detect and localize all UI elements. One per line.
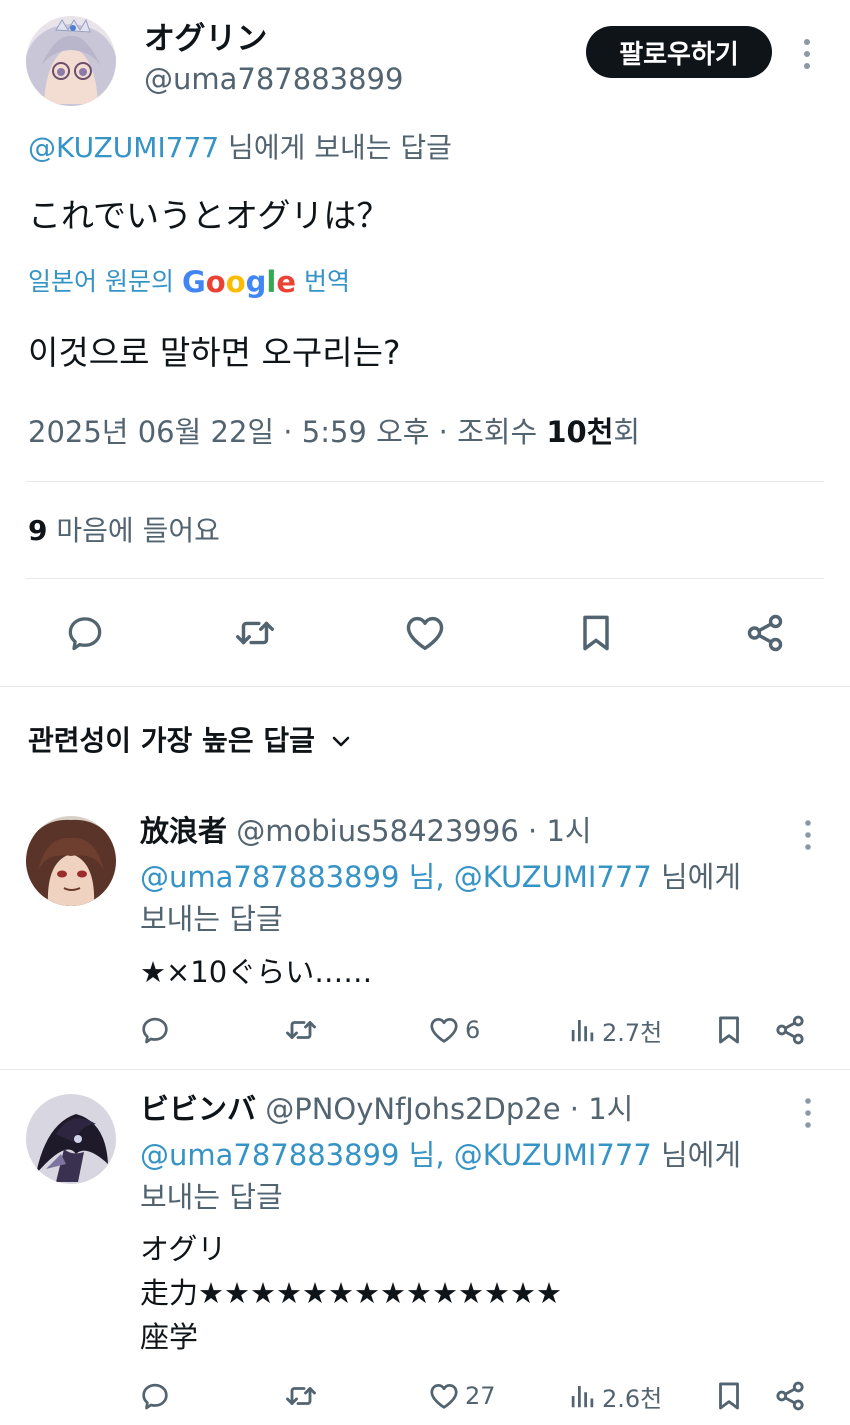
translated-text: 이것으로 말하면 오구리는? bbox=[28, 333, 401, 372]
reply-suffix: 님에게 bbox=[651, 1138, 742, 1172]
reply-author-name[interactable]: ビビンバ bbox=[140, 1092, 256, 1126]
bookmark-icon[interactable] bbox=[712, 1012, 746, 1048]
tweet-text: これでいうとオグリは？ bbox=[28, 196, 390, 235]
like-icon bbox=[430, 1018, 458, 1043]
reply-text-line: オグリ bbox=[140, 1232, 227, 1266]
reply-author-handle[interactable]: @mobius58423996 bbox=[236, 814, 519, 848]
share-icon[interactable] bbox=[741, 609, 789, 657]
chevron-down-icon bbox=[329, 729, 353, 753]
reply-suffix-line2: 보내는 답글 bbox=[140, 902, 283, 936]
likes-label: 마음에 들어요 bbox=[47, 514, 220, 547]
tweet-meta: 2025년 06월 22일 · 5:59 오후 · 조회수 10천회 bbox=[28, 413, 640, 451]
retweet-icon[interactable] bbox=[231, 609, 279, 657]
divider bbox=[26, 578, 824, 579]
reply-text-line: ★×10ぐらい…… bbox=[140, 955, 373, 989]
replying-to: @KUZUMI777 님에게 보내는 답글 bbox=[28, 129, 452, 167]
views-count: 2.6천 bbox=[602, 1384, 663, 1413]
reply-icon[interactable] bbox=[61, 609, 109, 657]
section-divider bbox=[0, 686, 850, 687]
views-count: 2.7천 bbox=[602, 1018, 663, 1047]
more-options-icon[interactable] bbox=[798, 818, 818, 852]
reply-text: オグリ 走力★★★★★★★★★★★★★★ 座学 bbox=[140, 1227, 562, 1359]
reply-avatar[interactable] bbox=[26, 1094, 116, 1184]
more-options-icon[interactable] bbox=[798, 1096, 818, 1130]
like-icon[interactable] bbox=[401, 609, 449, 657]
reply-header: ビビンバ @PNOyNfJohs2Dp2e · 1시 bbox=[140, 1090, 633, 1128]
views-icon bbox=[571, 1386, 594, 1408]
reply-avatar[interactable] bbox=[26, 816, 116, 906]
reply-mentions[interactable]: @uma787883899 님, @KUZUMI777 bbox=[140, 1138, 652, 1172]
bookmark-icon[interactable] bbox=[712, 1378, 746, 1414]
share-icon[interactable] bbox=[772, 1378, 808, 1414]
like-count: 6 bbox=[465, 1016, 481, 1044]
divider bbox=[26, 481, 824, 482]
tweet-date: 2025년 06월 22일 · 5:59 오후 · 조회수 bbox=[28, 415, 547, 449]
likes-summary[interactable]: 9 마음에 들어요 bbox=[28, 512, 220, 550]
more-options-icon[interactable] bbox=[796, 36, 818, 72]
reply-divider bbox=[0, 1069, 850, 1070]
bookmark-icon[interactable] bbox=[572, 609, 620, 657]
reply-text: ★×10ぐらい…… bbox=[140, 950, 372, 994]
reply-author-handle[interactable]: @PNOyNfJohs2Dp2e bbox=[265, 1092, 560, 1126]
views-button[interactable]: 2.6천 bbox=[568, 1378, 662, 1414]
reply-header: 放浪者 @mobius58423996 · 1시 bbox=[140, 812, 592, 850]
translate-suffix: 번역 bbox=[304, 267, 351, 296]
author-avatar[interactable] bbox=[26, 16, 116, 106]
reply-replying-to: @uma787883899 님, @KUZUMI777 님에게 보내는 답글 bbox=[140, 1134, 741, 1218]
google-logo: Google bbox=[181, 265, 297, 299]
reply-replying-to: @uma787883899 님, @KUZUMI777 님에게 보내는 답글 bbox=[140, 856, 741, 940]
like-count: 27 bbox=[465, 1382, 496, 1410]
views-button[interactable]: 2.7천 bbox=[568, 1012, 662, 1048]
author-name[interactable]: オグリン bbox=[144, 20, 267, 58]
reply-suffix-line2: 보내는 답글 bbox=[140, 1180, 283, 1214]
translation-attribution: 일본어 원문의 Google 번역 bbox=[28, 263, 350, 301]
replying-handle-link[interactable]: @KUZUMI777 bbox=[28, 131, 219, 164]
views-icon bbox=[571, 1020, 594, 1042]
retweet-icon[interactable] bbox=[283, 1378, 319, 1414]
like-icon bbox=[430, 1384, 458, 1409]
reply-text-line: 座学 bbox=[140, 1320, 199, 1354]
reply-time: · 1시 bbox=[528, 814, 592, 848]
reply-icon[interactable] bbox=[138, 1378, 172, 1414]
reply-author-name[interactable]: 放浪者 bbox=[140, 814, 227, 848]
view-count[interactable]: 10천 bbox=[546, 415, 613, 449]
reply-text-line: 走力★★★★★★★★★★★★★★ bbox=[140, 1276, 562, 1310]
reply-icon[interactable] bbox=[138, 1012, 172, 1048]
share-icon[interactable] bbox=[772, 1012, 808, 1048]
replies-sort-label: 관련성이 가장 높은 답글 bbox=[28, 724, 315, 757]
follow-button[interactable]: 팔로우하기 bbox=[586, 26, 772, 78]
reply-mentions[interactable]: @uma787883899 님, @KUZUMI777 bbox=[140, 860, 652, 894]
view-suffix: 회 bbox=[613, 415, 641, 449]
likes-count: 9 bbox=[28, 514, 48, 547]
replying-suffix: 님에게 보내는 답글 bbox=[219, 131, 452, 164]
translate-prefix: 일본어 원문의 bbox=[28, 267, 174, 296]
reply-suffix: 님에게 bbox=[651, 860, 742, 894]
like-button[interactable]: 27 bbox=[427, 1378, 496, 1414]
retweet-icon[interactable] bbox=[283, 1012, 319, 1048]
author-handle[interactable]: @uma787883899 bbox=[144, 60, 403, 98]
replies-sort-dropdown[interactable]: 관련성이 가장 높은 답글 bbox=[28, 722, 353, 760]
reply-time: · 1시 bbox=[569, 1092, 634, 1126]
like-button[interactable]: 6 bbox=[427, 1012, 480, 1048]
